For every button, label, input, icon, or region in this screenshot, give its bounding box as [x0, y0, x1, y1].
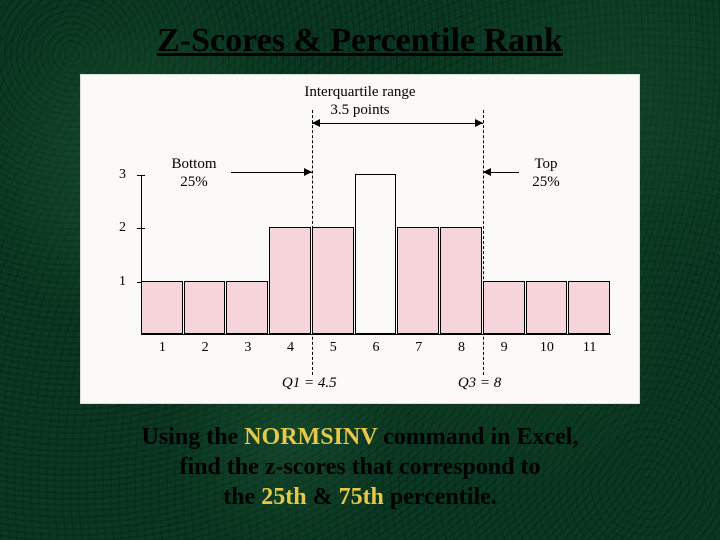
x-label: 2	[202, 340, 209, 356]
bar	[141, 281, 183, 334]
cap-l1-post: command in Excel,	[377, 424, 578, 450]
cap-l2: find the z-scores that correspond to	[179, 454, 540, 480]
x-label: 4	[287, 340, 294, 356]
y-label: 3	[119, 167, 126, 183]
x-label: 9	[501, 340, 508, 356]
x-label: 11	[583, 340, 596, 356]
q1-label: Q1 = 4.5	[282, 375, 337, 392]
arrow-right-icon	[304, 168, 312, 176]
y-tick	[137, 228, 145, 229]
bar	[312, 227, 354, 334]
cap-l3-hl2: 75th	[339, 484, 384, 510]
bar	[184, 281, 226, 334]
arrow-left-icon	[312, 119, 320, 127]
bar	[226, 281, 268, 334]
y-tick	[137, 175, 145, 176]
bar	[355, 174, 397, 334]
bar	[269, 227, 311, 334]
bar	[526, 281, 568, 334]
arrow-left-icon	[483, 168, 491, 176]
cap-l3-hl1: 25th	[261, 484, 306, 510]
q3-label: Q3 = 8	[458, 375, 501, 392]
iqr-label-line2: 3.5 points	[330, 102, 389, 118]
x-label: 5	[330, 340, 337, 356]
bar	[483, 281, 525, 334]
cap-l3-post: percentile.	[384, 484, 497, 510]
y-label: 2	[119, 220, 126, 236]
cap-l3-mid: &	[307, 484, 339, 510]
cap-l3-pre: the	[223, 484, 261, 510]
top-pct-l1: Top	[534, 156, 557, 172]
y-label: 1	[119, 274, 126, 290]
cap-l1-hl: NORMSINV	[244, 424, 377, 450]
x-label: 6	[373, 340, 380, 356]
plot-area: 123	[141, 175, 611, 335]
q3-line	[483, 110, 484, 375]
x-label: 1	[159, 340, 166, 356]
iqr-label-line1: Interquartile range	[304, 84, 415, 100]
iqr-label: Interquartile range 3.5 points	[81, 83, 639, 119]
cap-l1-pre: Using the	[142, 424, 245, 450]
histogram-figure: Interquartile range 3.5 points Bottom 2 5…	[80, 74, 640, 404]
caption: Using the NORMSINV command in Excel, fin…	[0, 422, 720, 512]
iqr-arrow	[312, 123, 483, 124]
bar	[397, 227, 439, 334]
x-axis	[141, 334, 611, 335]
arrow-right-icon	[475, 119, 483, 127]
slide-title: Z-Scores & Percentile Rank	[0, 0, 720, 68]
bar	[440, 227, 482, 334]
q1-line	[312, 110, 313, 375]
x-label: 10	[540, 340, 554, 356]
bar	[568, 281, 610, 334]
x-label: 7	[415, 340, 422, 356]
x-label: 8	[458, 340, 465, 356]
bottom-arrow	[231, 172, 312, 173]
x-label: 3	[244, 340, 251, 356]
bottom-pct-l1: Bottom	[171, 156, 216, 172]
